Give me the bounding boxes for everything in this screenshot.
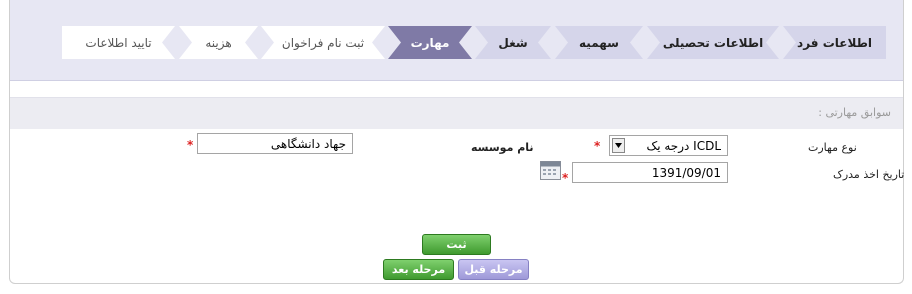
institute-label: نام موسسه [471, 141, 534, 154]
previous-step-button[interactable]: مرحله قبل [458, 259, 529, 280]
required-mark: * [594, 139, 601, 153]
required-mark: * [562, 171, 569, 185]
wizard-steps: اطلاعات فرد اطلاعات تحصیلی سهمیه شغل مها… [10, 0, 903, 81]
skill-type-label: نوع مهارت [808, 141, 857, 154]
step-label: سهمیه [579, 35, 619, 50]
step-label: تایید اطلاعات [85, 35, 152, 50]
step-label: هزینه [205, 35, 232, 50]
step-label: شغل [498, 35, 528, 50]
required-mark: * [187, 138, 194, 152]
next-step-button[interactable]: مرحله بعد [383, 259, 454, 280]
step-quota[interactable]: سهمیه [555, 26, 643, 59]
institute-input[interactable]: جهاد دانشگاهی [197, 133, 353, 154]
step-confirm-info[interactable]: تایید اطلاعات [62, 26, 175, 59]
step-personal-info[interactable]: اطلاعات فرد [783, 26, 886, 59]
section-header: سوابق مهارتی : [10, 97, 903, 129]
chevron-down-icon[interactable] [612, 138, 625, 153]
section-title: سوابق مهارتی : [818, 106, 891, 119]
skill-type-select[interactable]: ICDL درجه یک [609, 135, 728, 156]
submit-button[interactable]: ثبت [422, 234, 491, 255]
issue-date-input[interactable]: 1391/09/01 [572, 162, 728, 183]
step-call-registration[interactable]: ثبت نام فراخوان [261, 26, 385, 59]
step-label: اطلاعات فرد [797, 35, 872, 50]
step-fee[interactable]: هزینه [179, 26, 258, 59]
step-job[interactable]: شغل [475, 26, 551, 59]
step-label: ثبت نام فراخوان [281, 35, 365, 50]
issue-date-label: تاریخ اخذ مدرک [833, 168, 905, 181]
step-education-info[interactable]: اطلاعات تحصیلی [647, 26, 779, 59]
skill-type-value: ICDL درجه یک [646, 138, 721, 153]
step-skill[interactable]: مهارت [388, 26, 472, 59]
step-label: مهارت [410, 35, 450, 50]
calendar-icon[interactable] [540, 161, 561, 180]
step-label: اطلاعات تحصیلی [662, 35, 764, 50]
